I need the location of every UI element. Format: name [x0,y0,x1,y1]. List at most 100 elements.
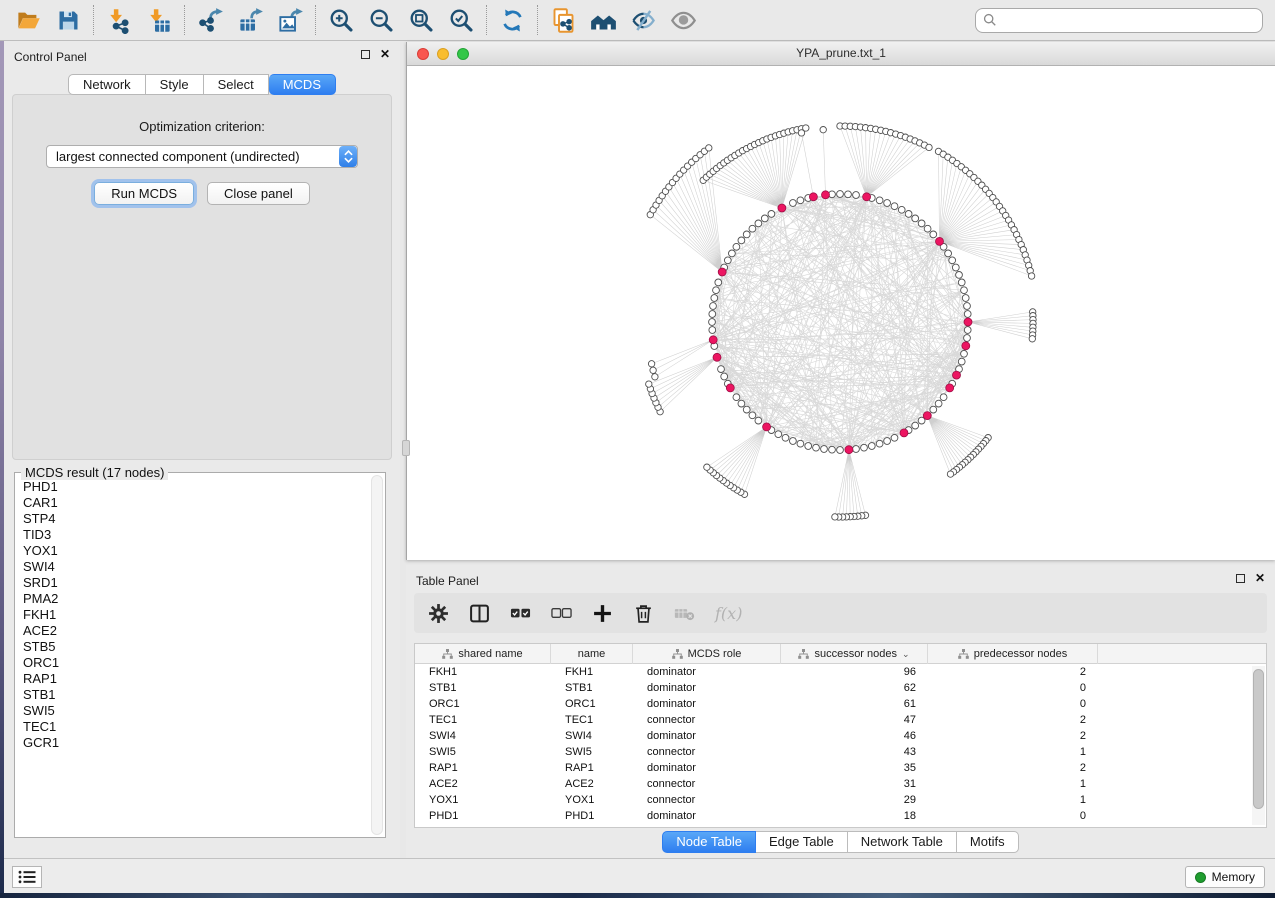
mcds-result-item[interactable]: SRD1 [15,575,370,591]
mcds-result-item[interactable]: SWI5 [15,703,370,719]
import-table-button[interactable] [139,3,179,37]
table-row[interactable]: PHD1PHD1dominator180 [415,808,1266,824]
zoom-in-button[interactable] [321,3,361,37]
mcds-result-item[interactable]: CAR1 [15,495,370,511]
tab-network-table[interactable]: Network Table [848,831,957,853]
close-panel-icon[interactable]: ✕ [380,50,390,59]
mcds-result-item[interactable]: YOX1 [15,543,370,559]
column-header-successor-nodes[interactable]: successor nodes⌄ [781,644,928,664]
run-mcds-button[interactable]: Run MCDS [94,182,194,205]
column-header-shared-name[interactable]: shared name [415,644,551,664]
select-all-button[interactable] [510,603,531,624]
tab-node-table[interactable]: Node Table [662,831,756,853]
export-table-button[interactable] [230,3,270,37]
table-cell: 1 [928,776,1098,792]
mcds-result-item[interactable]: STP4 [15,511,370,527]
table-panel-title: Table Panel [416,574,479,588]
table-row[interactable]: RAP1RAP1dominator352 [415,760,1266,776]
close-table-panel-icon[interactable]: ✕ [1255,574,1265,583]
show-column-button[interactable] [469,603,490,624]
mcds-result-item[interactable]: FKH1 [15,607,370,623]
mcds-result-item[interactable]: STB5 [15,639,370,655]
column-header-MCDS-role[interactable]: MCDS role [633,644,781,664]
criterion-dropdown[interactable]: largest connected component (undirected) [46,145,358,168]
hide-graphics-details-button[interactable] [623,3,663,37]
sort-menu-icon[interactable]: ⌄ [902,649,910,660]
table-row[interactable]: SWI5SWI5connector431 [415,744,1266,760]
save-floppy-icon [55,7,82,34]
mcds-result-item[interactable]: SWI4 [15,559,370,575]
close-panel-button[interactable]: Close panel [207,182,310,205]
tab-mcds[interactable]: MCDS [269,74,336,95]
mcds-result-item[interactable]: TEC1 [15,719,370,735]
network-window-titlebar[interactable]: YPA_prune.txt_1 [407,42,1275,66]
table-row[interactable]: FKH1FKH1dominator962 [415,664,1266,680]
tab-select[interactable]: Select [204,74,269,95]
global-search[interactable] [975,8,1263,33]
show-graphics-details-button[interactable] [663,3,703,37]
table-row[interactable]: STB1STB1dominator620 [415,680,1266,696]
tab-network[interactable]: Network [68,74,146,95]
node-table-body: FKH1FKH1dominator962STB1STB1dominator620… [415,664,1266,824]
mcds-result-item[interactable]: PMA2 [15,591,370,607]
search-icon [983,13,997,27]
close-window-button[interactable] [417,48,429,60]
deselect-all-icon [551,603,572,624]
column-type-icon [672,649,683,659]
trash-icon [633,603,654,624]
mcds-result-item[interactable]: TID3 [15,527,370,543]
table-row[interactable]: SWI4SWI4dominator462 [415,728,1266,744]
mcds-result-item[interactable]: ORC1 [15,655,370,671]
new-network-from-selection-button[interactable] [543,3,583,37]
create-column-button[interactable] [592,603,613,624]
task-history-button[interactable] [12,866,42,888]
zoom-out-button[interactable] [361,3,401,37]
table-mode-button[interactable] [428,603,449,624]
zoom-in-icon [328,7,355,34]
search-input[interactable] [1002,13,1255,27]
mcds-result-item[interactable]: RAP1 [15,671,370,687]
application-window: Control Panel ✕ NetworkStyleSelectMCDS O… [0,0,1275,898]
table-row[interactable]: ORC1ORC1dominator610 [415,696,1266,712]
toolbar-separator [537,5,538,35]
mcds-result-item[interactable]: PHD1 [15,479,370,495]
float-panel-icon[interactable] [361,50,370,59]
minimize-window-button[interactable] [437,48,449,60]
export-network-button[interactable] [190,3,230,37]
split-pane-grip[interactable] [402,440,410,456]
import-network-icon [106,7,133,34]
maximize-window-button[interactable] [457,48,469,60]
column-header-name[interactable]: name [551,644,633,664]
table-cell: SWI4 [551,728,633,744]
mcds-result-scrollbar[interactable] [371,475,383,835]
export-image-icon [277,7,304,34]
delete-columns-button[interactable] [633,603,654,624]
refresh-view-button[interactable] [492,3,532,37]
save-session-button[interactable] [48,3,88,37]
mcds-result-item[interactable]: STB1 [15,687,370,703]
table-cell: 43 [781,744,928,760]
tab-edge-table[interactable]: Edge Table [756,831,848,853]
column-type-icon [958,649,969,659]
table-scrollbar-thumb[interactable] [1253,669,1264,809]
first-neighbors-button[interactable] [583,3,623,37]
mcds-result-item[interactable]: GCR1 [15,735,370,751]
toolbar-separator [93,5,94,35]
column-header-predecessor-nodes[interactable]: predecessor nodes [928,644,1098,664]
fit-content-button[interactable] [401,3,441,37]
zoom-selected-button[interactable] [441,3,481,37]
import-network-button[interactable] [99,3,139,37]
tab-motifs[interactable]: Motifs [957,831,1019,853]
float-table-panel-icon[interactable] [1236,574,1245,583]
table-row[interactable]: ACE2ACE2connector311 [415,776,1266,792]
table-row[interactable]: YOX1YOX1connector291 [415,792,1266,808]
network-graph-canvas[interactable] [407,66,1275,560]
memory-button[interactable]: Memory [1185,866,1265,888]
tab-style[interactable]: Style [146,74,204,95]
deselect-all-button[interactable] [551,603,572,624]
table-scrollbar[interactable] [1252,666,1265,825]
table-row[interactable]: TEC1TEC1connector472 [415,712,1266,728]
export-image-button[interactable] [270,3,310,37]
mcds-result-item[interactable]: ACE2 [15,623,370,639]
open-session-button[interactable] [8,3,48,37]
